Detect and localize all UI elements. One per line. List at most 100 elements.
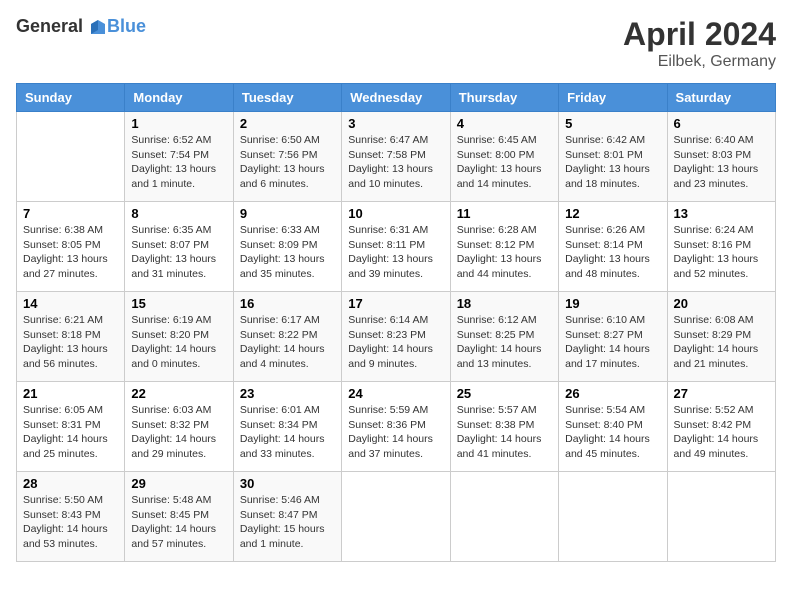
day-number: 8 [131,206,226,221]
day-info: Sunrise: 6:12 AMSunset: 8:25 PMDaylight:… [457,313,552,372]
col-thursday: Thursday [450,84,558,112]
calendar-header: Sunday Monday Tuesday Wednesday Thursday… [17,84,776,112]
calendar-cell: 17Sunrise: 6:14 AMSunset: 8:23 PMDayligh… [342,292,450,382]
day-number: 22 [131,386,226,401]
calendar-cell: 30Sunrise: 5:46 AMSunset: 8:47 PMDayligh… [233,472,341,562]
day-info: Sunrise: 6:08 AMSunset: 8:29 PMDaylight:… [674,313,769,372]
calendar-cell: 29Sunrise: 5:48 AMSunset: 8:45 PMDayligh… [125,472,233,562]
day-number: 3 [348,116,443,131]
day-info: Sunrise: 5:54 AMSunset: 8:40 PMDaylight:… [565,403,660,462]
week-row-0: 1Sunrise: 6:52 AMSunset: 7:54 PMDaylight… [17,112,776,202]
day-info: Sunrise: 5:46 AMSunset: 8:47 PMDaylight:… [240,493,335,552]
calendar-cell [559,472,667,562]
day-info: Sunrise: 6:10 AMSunset: 8:27 PMDaylight:… [565,313,660,372]
logo-icon [85,16,107,38]
day-number: 27 [674,386,769,401]
calendar-cell: 2Sunrise: 6:50 AMSunset: 7:56 PMDaylight… [233,112,341,202]
calendar-cell: 22 Sunrise: 6:03 AMSunset: 8:32 PMDayligh… [125,382,233,472]
day-info: Sunrise: 6:35 AMSunset: 8:07 PMDaylight:… [131,223,226,282]
day-number: 29 [131,476,226,491]
day-info: Sunrise: 6:19 AMSunset: 8:20 PMDaylight:… [131,313,226,372]
day-number: 11 [457,206,552,221]
day-number: 17 [348,296,443,311]
col-saturday: Saturday [667,84,775,112]
calendar-cell: 14 Sunrise: 6:21 AMSunset: 8:18 PMDayligh… [17,292,125,382]
day-info: Sunrise: 6:52 AMSunset: 7:54 PMDaylight:… [131,133,226,192]
calendar-cell: 5 Sunrise: 6:42 AMSunset: 8:01 PMDaylight… [559,112,667,202]
day-info: Sunrise: 6:50 AMSunset: 7:56 PMDaylight:… [240,133,335,192]
day-info: Sunrise: 6:45 AMSunset: 8:00 PMDaylight:… [457,133,552,192]
day-number: 12 [565,206,660,221]
day-number: 19 [565,296,660,311]
col-tuesday: Tuesday [233,84,341,112]
day-info: Sunrise: 5:50 AMSunset: 8:43 PMDaylight:… [23,493,118,552]
day-info: Sunrise: 5:52 AMSunset: 8:42 PMDaylight:… [674,403,769,462]
calendar-cell: 25Sunrise: 5:57 AMSunset: 8:38 PMDayligh… [450,382,558,472]
calendar-cell: 28Sunrise: 5:50 AMSunset: 8:43 PMDayligh… [17,472,125,562]
calendar-cell: 4 Sunrise: 6:45 AMSunset: 8:00 PMDaylight… [450,112,558,202]
day-info: Sunrise: 6:21 AMSunset: 8:18 PMDaylight:… [23,313,118,372]
day-number: 20 [674,296,769,311]
calendar-cell: 6 Sunrise: 6:40 AMSunset: 8:03 PMDaylight… [667,112,775,202]
title-block: April 2024 Eilbek, Germany [623,16,776,71]
day-number: 13 [674,206,769,221]
calendar-table: Sunday Monday Tuesday Wednesday Thursday… [16,83,776,562]
col-sunday: Sunday [17,84,125,112]
calendar-cell [450,472,558,562]
calendar-cell [667,472,775,562]
calendar-cell: 24Sunrise: 5:59 AMSunset: 8:36 PMDayligh… [342,382,450,472]
day-number: 16 [240,296,335,311]
logo: General Blue [16,16,146,38]
col-monday: Monday [125,84,233,112]
day-number: 15 [131,296,226,311]
page-header: General Blue April 2024 Eilbek, Germany [16,16,776,71]
day-number: 14 [23,296,118,311]
week-row-2: 14 Sunrise: 6:21 AMSunset: 8:18 PMDayligh… [17,292,776,382]
day-number: 9 [240,206,335,221]
day-number: 18 [457,296,552,311]
calendar-cell: 13 Sunrise: 6:24 AMSunset: 8:16 PMDayligh… [667,202,775,292]
calendar-cell: 7Sunrise: 6:38 AMSunset: 8:05 PMDaylight… [17,202,125,292]
day-number: 26 [565,386,660,401]
calendar-cell: 3Sunrise: 6:47 AMSunset: 7:58 PMDaylight… [342,112,450,202]
calendar-cell: 27 Sunrise: 5:52 AMSunset: 8:42 PMDayligh… [667,382,775,472]
day-info: Sunrise: 6:05 AMSunset: 8:31 PMDaylight:… [23,403,118,462]
day-number: 4 [457,116,552,131]
day-number: 21 [23,386,118,401]
day-info: Sunrise: 6:40 AMSunset: 8:03 PMDaylight:… [674,133,769,192]
calendar-cell: 26 Sunrise: 5:54 AMSunset: 8:40 PMDayligh… [559,382,667,472]
col-wednesday: Wednesday [342,84,450,112]
day-number: 23 [240,386,335,401]
day-number: 5 [565,116,660,131]
day-info: Sunrise: 6:17 AMSunset: 8:22 PMDaylight:… [240,313,335,372]
calendar-cell: 9 Sunrise: 6:33 AMSunset: 8:09 PMDaylight… [233,202,341,292]
col-friday: Friday [559,84,667,112]
calendar-cell: 18 Sunrise: 6:12 AMSunset: 8:25 PMDayligh… [450,292,558,382]
day-info: Sunrise: 6:33 AMSunset: 8:09 PMDaylight:… [240,223,335,282]
day-info: Sunrise: 6:31 AMSunset: 8:11 PMDaylight:… [348,223,443,282]
calendar-body: 1Sunrise: 6:52 AMSunset: 7:54 PMDaylight… [17,112,776,562]
logo-text-line1: General [16,16,83,36]
day-info: Sunrise: 6:24 AMSunset: 8:16 PMDaylight:… [674,223,769,282]
header-row: Sunday Monday Tuesday Wednesday Thursday… [17,84,776,112]
day-info: Sunrise: 6:26 AMSunset: 8:14 PMDaylight:… [565,223,660,282]
week-row-4: 28Sunrise: 5:50 AMSunset: 8:43 PMDayligh… [17,472,776,562]
calendar-cell [342,472,450,562]
day-number: 6 [674,116,769,131]
day-info: Sunrise: 6:03 AMSunset: 8:32 PMDaylight:… [131,403,226,462]
day-info: Sunrise: 6:42 AMSunset: 8:01 PMDaylight:… [565,133,660,192]
calendar-cell: 12 Sunrise: 6:26 AMSunset: 8:14 PMDayligh… [559,202,667,292]
location-title: Eilbek, Germany [623,53,776,71]
calendar-cell [17,112,125,202]
day-number: 10 [348,206,443,221]
day-number: 25 [457,386,552,401]
day-info: Sunrise: 5:59 AMSunset: 8:36 PMDaylight:… [348,403,443,462]
day-number: 7 [23,206,118,221]
calendar-cell: 20 Sunrise: 6:08 AMSunset: 8:29 PMDayligh… [667,292,775,382]
day-info: Sunrise: 6:28 AMSunset: 8:12 PMDaylight:… [457,223,552,282]
calendar-cell: 23Sunrise: 6:01 AMSunset: 8:34 PMDayligh… [233,382,341,472]
week-row-1: 7Sunrise: 6:38 AMSunset: 8:05 PMDaylight… [17,202,776,292]
week-row-3: 21 Sunrise: 6:05 AMSunset: 8:31 PMDayligh… [17,382,776,472]
calendar-cell: 15 Sunrise: 6:19 AMSunset: 8:20 PMDayligh… [125,292,233,382]
calendar-cell: 10 Sunrise: 6:31 AMSunset: 8:11 PMDayligh… [342,202,450,292]
